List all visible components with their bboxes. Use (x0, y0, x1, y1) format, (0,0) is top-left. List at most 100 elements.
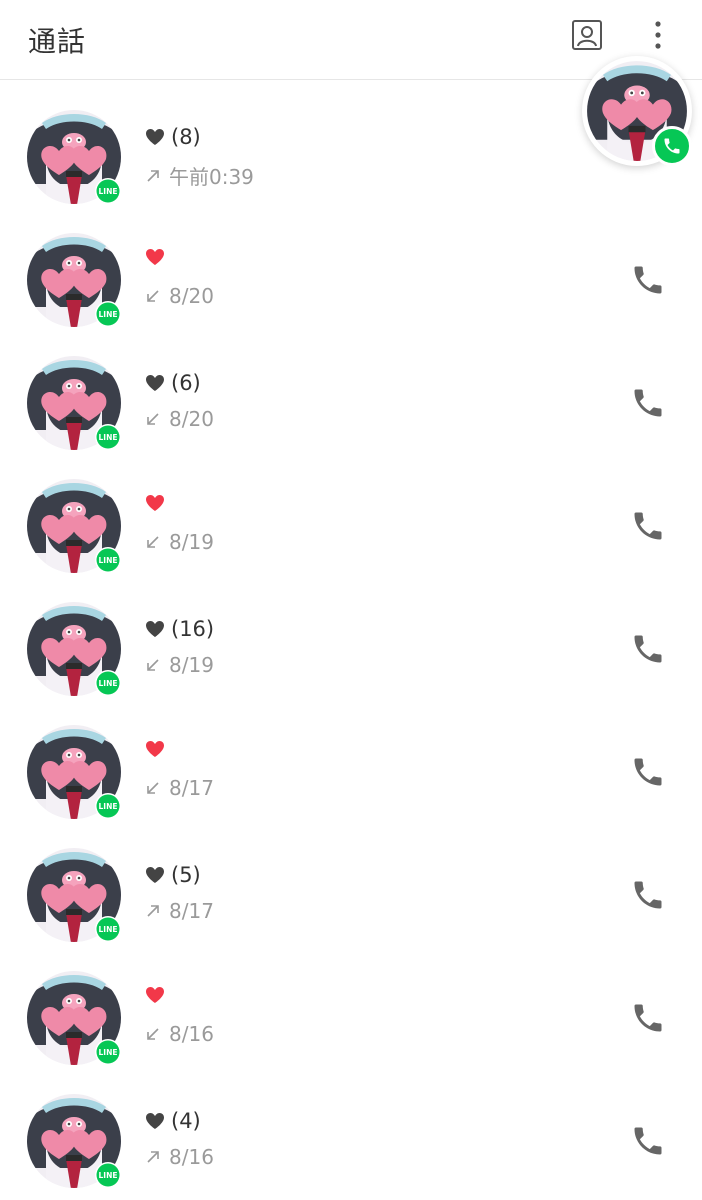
contact-avatar[interactable]: LINE (26, 355, 122, 451)
heart-icon (146, 129, 164, 145)
heart-icon (146, 249, 164, 265)
phone-icon (634, 635, 662, 663)
call-count: (5) (171, 863, 201, 887)
call-detail: 午前0:39 (145, 161, 254, 190)
call-detail: 8/16 (145, 1022, 214, 1046)
call-count: (16) (171, 617, 215, 641)
call-history-row[interactable]: LINE 8/19 (0, 450, 702, 573)
incoming-call-arrow-icon (147, 659, 159, 671)
call-back-button[interactable] (628, 1121, 668, 1161)
line-badge-label: LINE (99, 802, 118, 811)
call-back-button[interactable] (628, 875, 668, 915)
heart-icon (146, 621, 164, 637)
heart-icon (146, 867, 164, 883)
phone-icon (634, 1127, 662, 1155)
phone-icon (634, 881, 662, 909)
contact-name: (5) (145, 863, 201, 887)
call-history-row[interactable]: LINE 8/20 (0, 204, 702, 327)
more-vertical-icon (655, 21, 661, 49)
call-detail: 8/20 (145, 407, 214, 431)
call-count: (8) (171, 125, 201, 149)
contact-name (145, 494, 171, 512)
contact-avatar[interactable]: LINE (26, 724, 122, 820)
phone-icon (634, 389, 662, 417)
call-history-row[interactable]: LINE 8/17 (0, 696, 702, 819)
line-app-badge-icon: LINE (95, 1039, 121, 1065)
call-history-row[interactable]: LINE (4) 8/16 (0, 1065, 702, 1188)
contact-name: (16) (145, 617, 214, 641)
line-badge-label: LINE (99, 679, 118, 688)
call-back-button[interactable] (628, 752, 668, 792)
call-detail: 8/16 (145, 1145, 214, 1169)
outgoing-call-arrow-icon (147, 169, 159, 182)
contact-name (145, 248, 171, 266)
contact-avatar[interactable]: LINE (26, 1093, 122, 1189)
heart-icon (146, 1113, 164, 1129)
call-detail: 8/19 (145, 653, 214, 677)
outgoing-call-arrow-icon (147, 1151, 159, 1163)
line-app-badge-icon: LINE (95, 916, 121, 942)
incoming-call-arrow-icon (147, 413, 159, 425)
call-time: 8/16 (169, 1145, 214, 1169)
contact-avatar[interactable]: LINE (26, 478, 122, 574)
phone-icon (634, 758, 662, 786)
page-title: 通話 (28, 25, 87, 58)
floating-call-bubble[interactable] (582, 56, 692, 166)
contact-name: (6) (145, 371, 201, 395)
line-badge-label: LINE (99, 310, 118, 319)
line-badge-label: LINE (99, 925, 118, 934)
call-back-button[interactable] (628, 260, 668, 300)
line-app-badge-icon: LINE (95, 793, 121, 819)
line-app-badge-icon: LINE (95, 178, 121, 204)
active-call-phone-icon (652, 126, 692, 166)
phone-icon (634, 512, 662, 540)
call-history-list: LINE (8) 午前0:39 LINE 8/20 LINE (6) 8/20 … (0, 81, 702, 1188)
heart-icon (146, 987, 164, 1003)
call-back-button[interactable] (628, 506, 668, 546)
call-time: 8/17 (169, 899, 214, 923)
call-time: 8/20 (169, 407, 214, 431)
line-app-badge-icon: LINE (95, 547, 121, 573)
line-app-badge-icon: LINE (95, 670, 121, 696)
call-time: 8/16 (169, 1022, 214, 1046)
line-badge-label: LINE (99, 1171, 118, 1180)
incoming-call-arrow-icon (147, 782, 159, 794)
incoming-call-arrow-icon (147, 536, 159, 548)
phone-icon (634, 1004, 662, 1032)
contact-avatar[interactable]: LINE (26, 232, 122, 328)
incoming-call-arrow-icon (147, 1028, 159, 1040)
call-time: 午前0:39 (169, 165, 254, 189)
contact-avatar[interactable]: LINE (26, 847, 122, 943)
contact-name (145, 986, 171, 1004)
call-time: 8/19 (169, 530, 214, 554)
line-badge-label: LINE (99, 556, 118, 565)
contact-avatar[interactable]: LINE (26, 109, 122, 205)
contact-name: (4) (145, 1109, 201, 1133)
more-options-button[interactable] (643, 18, 673, 52)
contact-avatar[interactable]: LINE (26, 970, 122, 1066)
outgoing-call-arrow-icon (147, 905, 159, 917)
call-count: (4) (171, 1109, 201, 1133)
call-back-button[interactable] (628, 629, 668, 669)
line-badge-label: LINE (99, 1048, 118, 1057)
contacts-icon (572, 20, 602, 50)
contact-name: (8) (145, 125, 201, 149)
call-time: 8/17 (169, 776, 214, 800)
heart-icon (146, 741, 164, 757)
line-app-badge-icon: LINE (95, 301, 121, 327)
call-detail: 8/17 (145, 899, 214, 923)
heart-icon (146, 495, 164, 511)
contact-avatar[interactable]: LINE (26, 601, 122, 697)
contacts-button[interactable] (570, 18, 604, 52)
call-detail: 8/17 (145, 776, 214, 800)
call-history-row[interactable]: LINE (5) 8/17 (0, 819, 702, 942)
call-back-button[interactable] (628, 383, 668, 423)
call-time: 8/20 (169, 284, 214, 308)
call-history-row[interactable]: LINE (6) 8/20 (0, 327, 702, 450)
line-badge-label: LINE (99, 187, 118, 196)
call-history-row[interactable]: LINE 8/16 (0, 942, 702, 1065)
line-app-badge-icon: LINE (95, 424, 121, 450)
contact-name (145, 740, 171, 758)
call-history-row[interactable]: LINE (16) 8/19 (0, 573, 702, 696)
call-back-button[interactable] (628, 998, 668, 1038)
